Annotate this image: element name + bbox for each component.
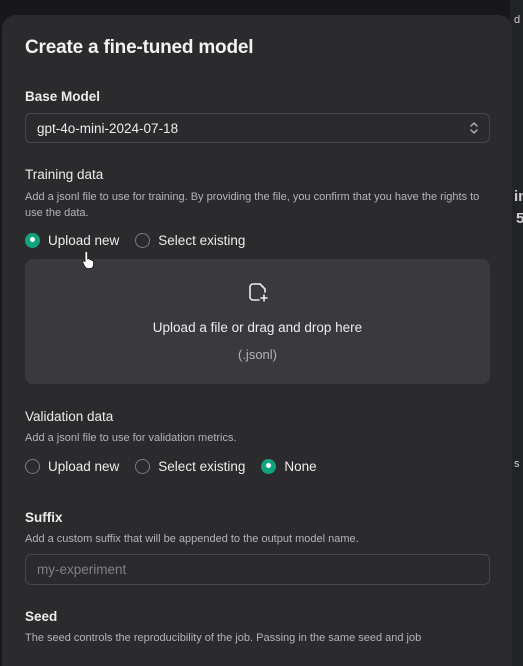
base-model-select[interactable]: gpt-4o-mini-2024-07-18 (25, 113, 490, 143)
background-text-fragment: s (514, 458, 520, 470)
radio-unchecked-icon (25, 458, 40, 474)
dropzone-text: Upload a file or drag and drop here (152, 320, 363, 335)
background-text-fragment: d (514, 14, 521, 26)
validation-data-radio-group: Upload new Select existing None (25, 456, 333, 476)
chevron-up-down-icon (470, 122, 478, 134)
background-text-fragment: 5 (516, 210, 523, 227)
radio-label: Select existing (158, 458, 246, 474)
dropzone-subtext: (.jsonl) (237, 347, 277, 362)
validation-select-existing-radio[interactable]: Select existing (135, 458, 246, 474)
training-data-label: Training data (25, 167, 104, 182)
seed-label: Seed (25, 609, 58, 624)
base-model-label: Base Model (25, 89, 101, 104)
suffix-label: Suffix (25, 510, 63, 525)
radio-checked-icon (261, 458, 277, 474)
modal-title: Create a fine-tuned model (25, 37, 254, 58)
suffix-input[interactable] (25, 554, 490, 585)
suffix-help: Add a custom suffix that will be appende… (25, 533, 359, 545)
base-model-value: gpt-4o-mini-2024-07-18 (37, 121, 179, 136)
radio-label: None (284, 458, 317, 474)
background-text-fragment: in (514, 188, 523, 205)
radio-label: Upload new (48, 232, 120, 248)
training-data-radio-group: Upload new Select existing (25, 230, 261, 250)
radio-unchecked-icon (135, 458, 151, 474)
training-select-existing-radio[interactable]: Select existing (135, 232, 246, 248)
radio-unchecked-icon (135, 232, 151, 248)
fine-tune-modal: Create a fine-tuned model Base Model gpt… (2, 15, 512, 666)
file-add-icon (249, 283, 268, 302)
training-data-help: Add a jsonl file to use for training. By… (25, 191, 480, 219)
training-upload-new-radio[interactable]: Upload new (25, 232, 120, 248)
validation-none-radio[interactable]: None (261, 458, 317, 474)
seed-help: The seed controls the reproducibility of… (25, 632, 422, 644)
radio-label: Select existing (158, 232, 246, 248)
radio-checked-icon (25, 232, 40, 248)
validation-upload-new-radio[interactable]: Upload new (25, 458, 120, 474)
radio-label: Upload new (48, 458, 120, 474)
training-file-dropzone[interactable]: Upload a file or drag and drop here (.js… (25, 259, 490, 384)
validation-data-label: Validation data (25, 409, 114, 424)
hand-pointer-icon (82, 251, 94, 269)
validation-data-help: Add a jsonl file to use for validation m… (25, 432, 237, 444)
